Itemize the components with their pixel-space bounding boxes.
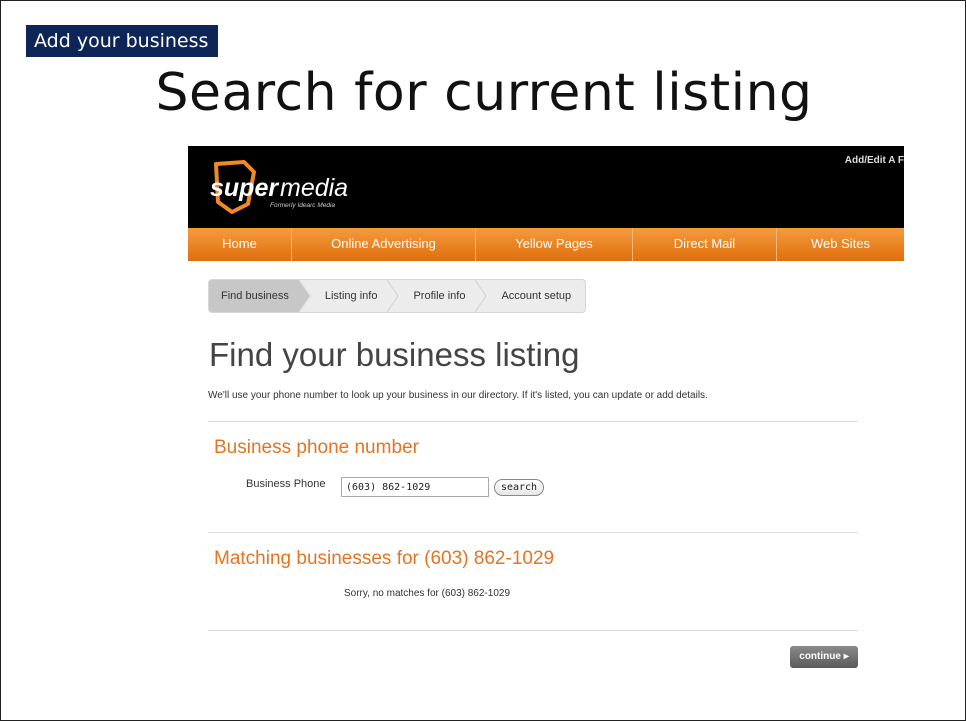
step-listing-info[interactable]: Listing info xyxy=(311,280,388,312)
no-match-message: Sorry, no matches for (603) 862-1029 xyxy=(344,588,511,599)
nav-web-sites[interactable]: Web Sites xyxy=(777,228,904,261)
slide-title: Search for current listing xyxy=(155,63,813,123)
intro-text: We'll use your phone number to look up y… xyxy=(208,390,708,401)
phone-input[interactable]: (603) 862-1029 xyxy=(341,477,489,497)
divider xyxy=(208,532,858,533)
step-find-business[interactable]: Find business xyxy=(209,280,299,312)
main-nav: Home Online Advertising Yellow Pages Dir… xyxy=(188,228,904,261)
step-profile-info[interactable]: Profile info xyxy=(399,280,475,312)
phone-section-title: Business phone number xyxy=(214,437,419,458)
step-chevron-icon xyxy=(298,280,311,312)
divider xyxy=(208,630,858,631)
supermedia-logo[interactable]: super media Formerly Idearc Media xyxy=(206,158,376,218)
site-header: super media Formerly Idearc Media Add/Ed… xyxy=(188,146,904,228)
logo-tagline: Formerly Idearc Media xyxy=(270,202,335,209)
phone-field-label: Business Phone xyxy=(246,478,326,490)
step-account-setup[interactable]: Account setup xyxy=(487,280,585,312)
page-heading: Find your business listing xyxy=(209,336,580,373)
nav-direct-mail[interactable]: Direct Mail xyxy=(633,228,777,261)
slide: Add your business Search for current lis… xyxy=(0,0,966,721)
step-chevron-icon xyxy=(475,280,488,312)
logo-shield-icon: super media Formerly Idearc Media xyxy=(210,160,348,214)
step-chevron-icon xyxy=(387,280,400,312)
logo-wordmark-bold: super xyxy=(210,174,279,202)
continue-button[interactable]: continue ▸ xyxy=(790,646,858,668)
website-screenshot: super media Formerly Idearc Media Add/Ed… xyxy=(184,146,904,691)
slide-tag: Add your business xyxy=(26,25,219,57)
search-button[interactable]: search xyxy=(494,479,544,496)
progress-steps: Find business Listing info Profile info … xyxy=(208,279,587,313)
divider xyxy=(208,421,858,422)
nav-yellow-pages[interactable]: Yellow Pages xyxy=(476,228,633,261)
nav-online-advertising[interactable]: Online Advertising xyxy=(292,228,476,261)
results-section-title: Matching businesses for (603) 862-1029 xyxy=(214,548,555,569)
logo-wordmark-light: media xyxy=(280,174,348,202)
nav-home[interactable]: Home xyxy=(188,228,292,261)
add-edit-link[interactable]: Add/Edit A F xyxy=(845,155,904,166)
